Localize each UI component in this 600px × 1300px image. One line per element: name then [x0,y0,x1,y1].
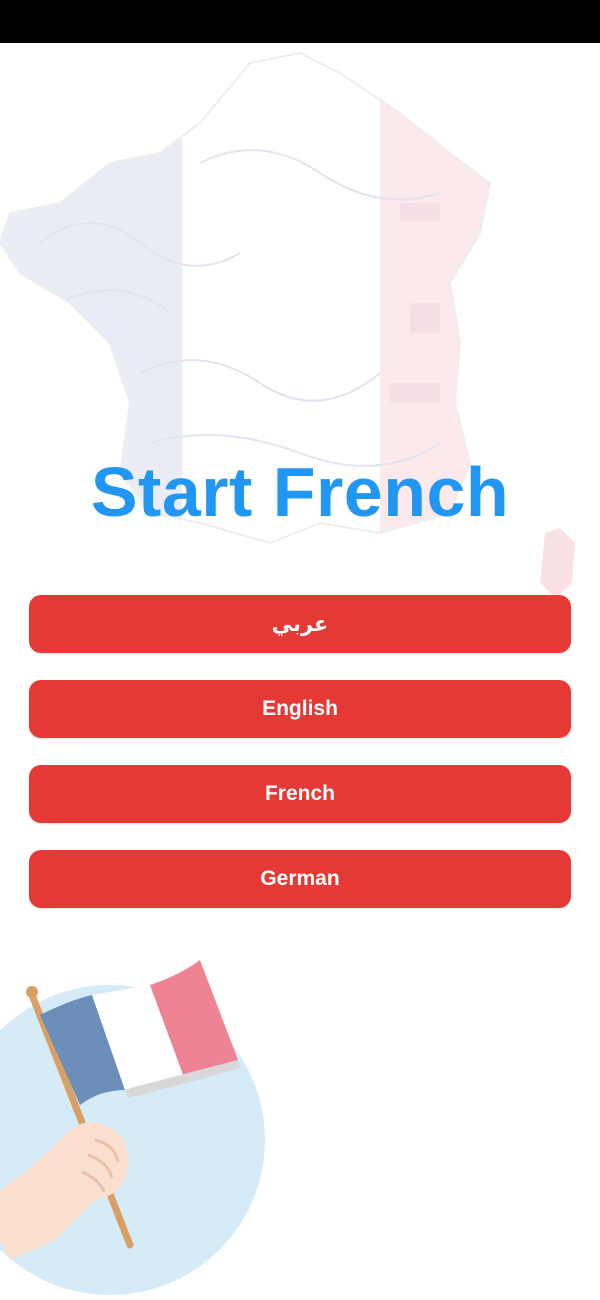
language-label: English [262,697,338,720]
language-button-arabic[interactable]: عربي [29,595,571,653]
language-button-german[interactable]: German [29,850,571,908]
status-bar [0,0,600,43]
language-label: عربي [271,612,329,636]
language-button-french[interactable]: French [29,765,571,823]
language-label: French [264,782,335,805]
language-label: German [260,867,340,890]
language-button-english[interactable]: English [29,680,571,738]
page-title: Start French [90,453,510,531]
language-list: عربي English French German [29,595,571,935]
hand-holding-french-flag-icon [0,940,300,1300]
